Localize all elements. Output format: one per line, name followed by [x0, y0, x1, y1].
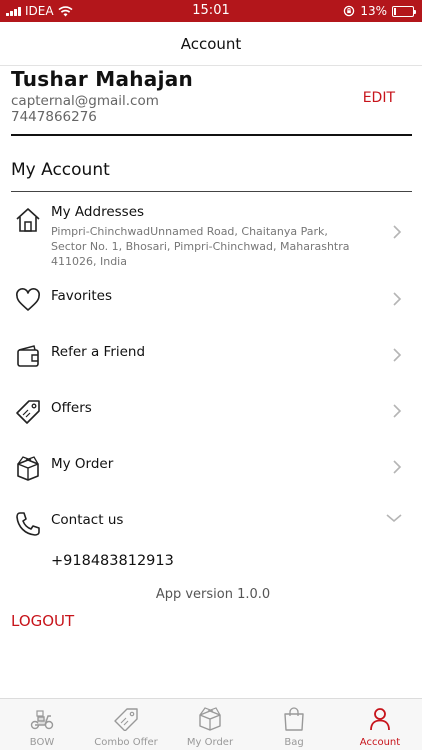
status-bar: IDEA 15:01 13% [0, 0, 422, 22]
tag-icon [16, 400, 40, 424]
chevron-right-icon [393, 225, 402, 239]
status-right: 13% [343, 0, 416, 22]
logout-button[interactable]: LOGOUT [11, 612, 74, 630]
menu-item-offers[interactable]: Offers [0, 392, 422, 432]
tab-label: Combo Offer [94, 737, 158, 748]
menu-label-favorites: Favorites [51, 288, 112, 304]
menu-item-addresses[interactable]: My Addresses Pimpri-ChinchwadUnnamed Roa… [0, 196, 422, 272]
menu-item-contact[interactable]: Contact us [0, 504, 422, 544]
page-title: Account [0, 22, 422, 66]
orientation-lock-icon [344, 5, 355, 17]
profile-divider [11, 134, 412, 136]
tab-bar: BOW Combo Offer My Order Bag Account [0, 698, 422, 750]
edit-profile-button[interactable]: EDIT [363, 90, 395, 106]
tab-label: Account [359, 737, 401, 748]
contact-phone-number[interactable]: +918483812913 [51, 553, 174, 569]
bag-icon [284, 707, 304, 731]
menu-label-addresses: My Addresses [51, 204, 145, 220]
chevron-right-icon [393, 348, 402, 362]
app-version: App version 1.0.0 [155, 587, 271, 602]
profile-phone: 7447866276 [11, 109, 97, 125]
profile-email: capternal@gmail.com [11, 93, 159, 109]
tab-bow[interactable]: BOW [0, 699, 84, 750]
menu-label-refer: Refer a Friend [51, 344, 146, 360]
wallet-icon [17, 345, 39, 367]
person-icon [370, 708, 390, 731]
address-text: Pimpri-ChinchwadUnnamed Road, Chaitanya … [51, 225, 350, 268]
tag-icon [114, 708, 138, 731]
menu-item-orders[interactable]: My Order [0, 448, 422, 488]
tab-my-order[interactable]: My Order [168, 699, 252, 750]
menu-label-orders: My Order [51, 456, 114, 472]
heart-icon [16, 288, 40, 311]
menu-item-favorites[interactable]: Favorites [0, 280, 422, 320]
home-icon [16, 208, 40, 232]
chevron-down-icon [386, 514, 402, 523]
section-title: My Account [11, 160, 110, 180]
tab-label: Bag [284, 737, 304, 748]
menu-item-refer[interactable]: Refer a Friend [0, 336, 422, 376]
tab-account[interactable]: Account [338, 699, 422, 750]
phone-icon [16, 512, 40, 536]
tab-bag[interactable]: Bag [252, 699, 336, 750]
tab-label: My Order [186, 737, 234, 748]
tab-label: BOW [29, 737, 55, 748]
section-divider [11, 191, 412, 192]
chevron-right-icon [393, 292, 402, 306]
battery-percent: 13% [360, 4, 387, 18]
menu-label-contact: Contact us [51, 512, 124, 528]
menu-label-offers: Offers [51, 400, 92, 416]
box-icon [199, 707, 221, 731]
profile-name: Tushar Mahajan [11, 67, 194, 91]
chevron-right-icon [393, 460, 402, 474]
chevron-right-icon [393, 404, 402, 418]
scooter-icon [30, 710, 54, 730]
box-icon [17, 456, 39, 481]
battery-icon [392, 5, 416, 17]
tab-combo-offer[interactable]: Combo Offer [84, 699, 168, 750]
